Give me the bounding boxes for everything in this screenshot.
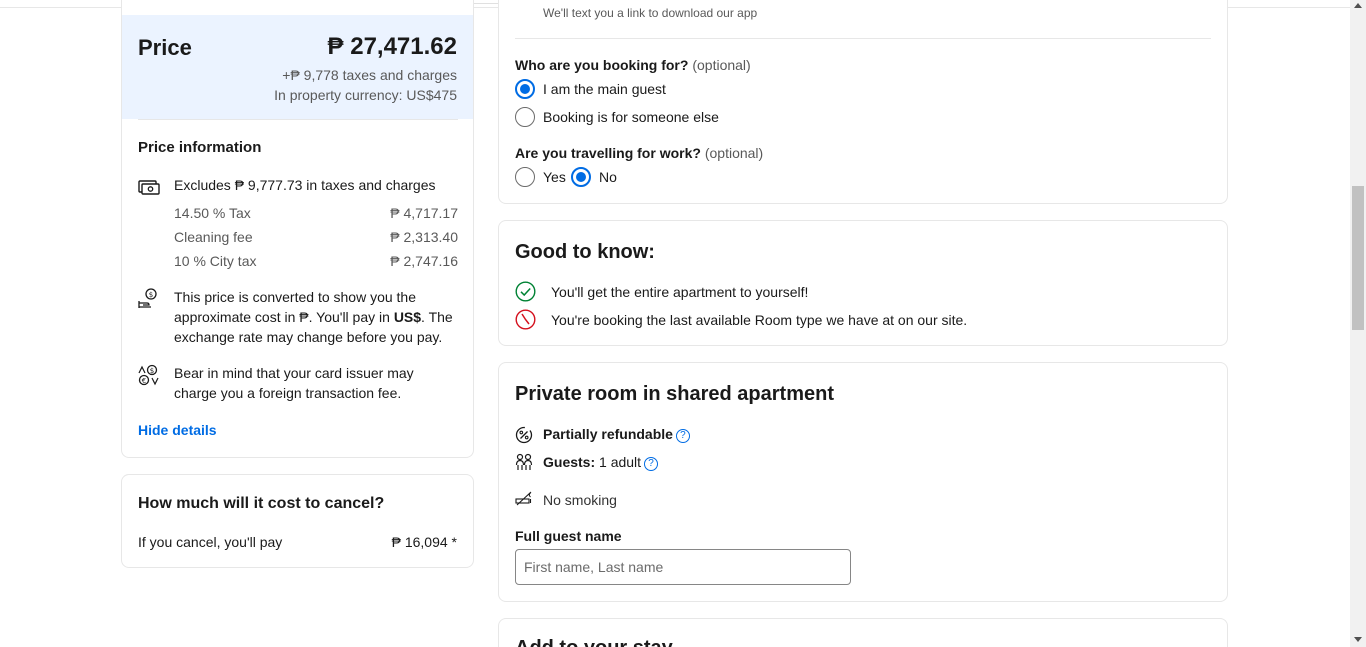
someone-else-label[interactable]: Booking is for someone else [543, 109, 719, 125]
guests-info: Guests: 1 adult? [543, 454, 659, 471]
guests-label: Guests: [543, 454, 596, 470]
divider [515, 38, 1211, 39]
good-to-know-title: Good to know: [515, 241, 655, 263]
price-label: Price [138, 35, 192, 60]
main-guest-label[interactable]: I am the main guest [543, 81, 666, 97]
room-details-card: Private room in shared apartment Partial… [498, 362, 1228, 602]
refund-policy-text: Partially refundable [543, 426, 673, 442]
card-fee-note: Bear in mind that your card issuer may c… [174, 365, 414, 401]
price-amount: ₱ 27,471.62 [327, 33, 457, 60]
work-travel-question: Are you travelling for work? (optional) [515, 145, 763, 161]
good-to-know-item: You're booking the last available Room t… [551, 312, 968, 328]
good-to-know-card: Good to know: You'll get the entire apar… [498, 220, 1228, 346]
charge-value: ₱ 4,717.17 [390, 205, 458, 221]
charge-label: 14.50 % Tax [174, 205, 251, 221]
good-to-know-item: You'll get the entire apartment to yours… [551, 284, 809, 300]
booking-for-question-text: Who are you booking for? [515, 57, 689, 73]
price-information-title: Price information [138, 139, 262, 156]
partial-refund-icon [515, 426, 533, 444]
cancellation-value: ₱ 16,094 * [391, 534, 457, 550]
price-taxes: +₱ 9,778 taxes and charges [282, 67, 457, 83]
refund-help-icon[interactable]: ? [675, 429, 690, 443]
main-guest-radio[interactable] [515, 79, 535, 99]
guests-icon [515, 453, 533, 470]
money-icon [138, 180, 160, 195]
price-header: Price ₱ 27,471.62 +₱ 9,778 taxes and cha… [122, 15, 473, 119]
work-no-label[interactable]: No [599, 169, 617, 185]
scroll-up-arrow-icon[interactable] [1354, 3, 1362, 8]
booking-details-card: We'll text you a link to download our ap… [498, 0, 1228, 204]
no-smoking-text: No smoking [543, 492, 617, 508]
add-to-stay-title: Add to your stay [515, 637, 673, 647]
charge-label: 10 % City tax [174, 253, 257, 269]
excludes-taxes-text: Excludes ₱ 9,777.73 in taxes and charges [174, 177, 436, 193]
work-no-radio[interactable] [571, 167, 591, 187]
charge-label: Cleaning fee [174, 229, 253, 245]
hide-details-link[interactable]: Hide details [138, 422, 217, 438]
exchange-fee-icon: $ € [138, 364, 159, 386]
scroll-down-arrow-icon[interactable] [1354, 637, 1362, 642]
work-yes-label[interactable]: Yes [543, 169, 566, 185]
price-currency-note: In property currency: US$475 [274, 87, 457, 103]
cancellation-title: How much will it cost to cancel? [138, 495, 385, 512]
guest-name-input[interactable] [515, 549, 851, 585]
scrollbar-thumb[interactable] [1352, 186, 1364, 330]
charge-value: ₱ 2,747.16 [390, 253, 458, 269]
cancellation-cost-card: How much will it cost to cancel? If you … [121, 474, 474, 568]
no-smoking-icon [515, 491, 532, 506]
page-scrollbar[interactable] [1350, 0, 1366, 647]
optional-tag: (optional) [704, 145, 764, 161]
cancellation-label: If you cancel, you'll pay [138, 534, 283, 550]
charge-value: ₱ 2,313.40 [390, 229, 458, 245]
conversion-note: This price is converted to show you the … [174, 287, 460, 347]
booking-for-question: Who are you booking for? (optional) [515, 57, 751, 73]
room-title: Private room in shared apartment [515, 383, 834, 405]
work-travel-question-text: Are you travelling for work? [515, 145, 701, 161]
divider [138, 119, 458, 120]
app-link-note: We'll text you a link to download our ap… [543, 6, 758, 20]
currency-convert-icon: $ [138, 288, 157, 308]
guests-value: 1 adult [599, 454, 642, 470]
guest-name-label: Full guest name [515, 528, 622, 544]
conversion-note-start: This price is converted to show you the … [174, 289, 417, 325]
someone-else-radio[interactable] [515, 107, 535, 127]
svg-text:€: € [142, 377, 146, 385]
svg-text:$: $ [149, 291, 153, 299]
price-summary-card: Price ₱ 27,471.62 +₱ 9,778 taxes and cha… [121, 0, 474, 458]
refund-policy: Partially refundable? [543, 426, 690, 443]
conversion-currency: US$ [393, 309, 422, 325]
work-yes-radio[interactable] [515, 167, 535, 187]
svg-text:$: $ [150, 367, 154, 375]
guests-help-icon[interactable]: ? [644, 457, 659, 471]
check-circle-icon [515, 281, 536, 302]
optional-tag: (optional) [692, 57, 751, 73]
add-to-stay-card: Add to your stay [498, 618, 1228, 647]
clock-icon [515, 309, 536, 330]
